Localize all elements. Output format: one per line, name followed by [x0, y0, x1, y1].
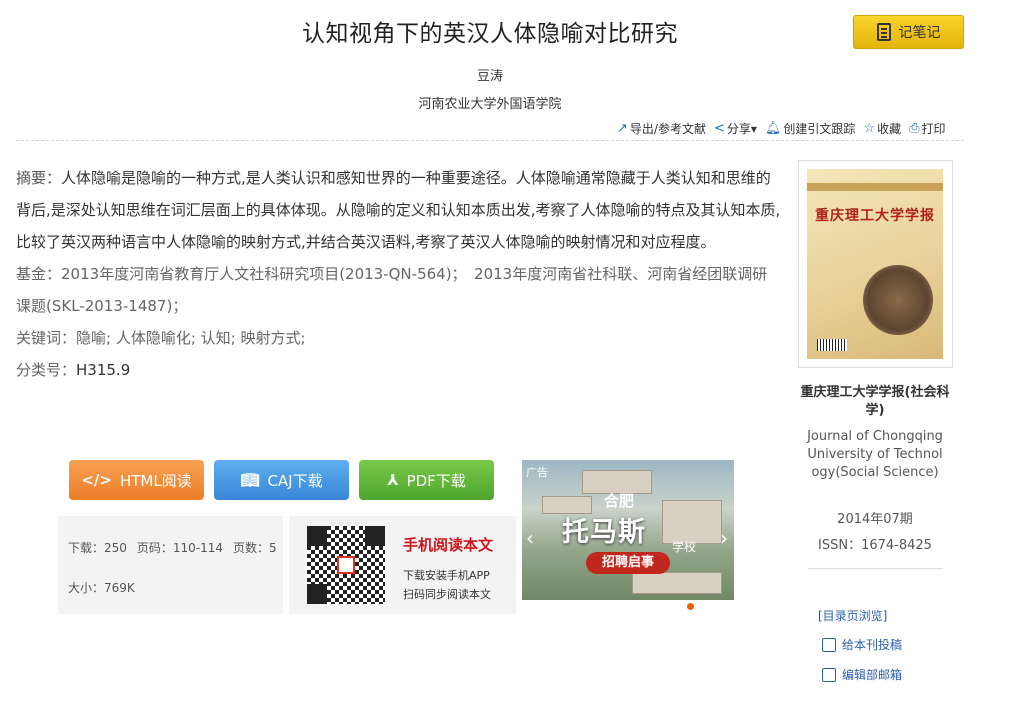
- journal-issue[interactable]: 2014年07期: [800, 508, 950, 527]
- favorite-button[interactable]: ☆ 收藏: [863, 120, 901, 137]
- submit-icon: [822, 637, 836, 652]
- pdf-download-label: PDF下载: [406, 471, 466, 490]
- journal-divider: [808, 568, 943, 569]
- html-read-label: HTML阅读: [119, 471, 192, 490]
- share-label: 分享: [726, 122, 751, 136]
- keywords-row: 关键词：隐喻; 人体隐喻化; 认知; 映射方式;: [16, 322, 782, 354]
- ad-brand: 托马斯: [562, 517, 646, 548]
- cover-strip: [807, 183, 943, 191]
- html-read-button[interactable]: </> HTML阅读: [69, 460, 204, 500]
- print-button[interactable]: ⎙ 打印: [909, 120, 945, 137]
- ad-building: [632, 572, 722, 594]
- qr-code-icon: [307, 526, 385, 604]
- submit-link[interactable]: 给本刊投稿: [822, 636, 902, 653]
- book-icon: 📖︎: [240, 471, 260, 489]
- citation-track-label: 创建引文跟踪: [783, 122, 856, 136]
- cover-image: 重庆理工大学学报: [807, 169, 943, 359]
- star-icon: ☆: [863, 121, 876, 136]
- journal-title-cn[interactable]: 重庆理工大学学报(社会科学): [800, 384, 950, 420]
- bell-icon: 🔔︎: [764, 121, 782, 136]
- ad-pager-dot[interactable]: [687, 603, 694, 610]
- print-label: 打印: [921, 122, 946, 136]
- ad-city: 合肥: [604, 492, 635, 510]
- ad-school: 学校: [672, 540, 697, 554]
- pdf-download-button[interactable]: ⅄ PDF下载: [359, 460, 494, 500]
- ad-next-arrow-icon[interactable]: ›: [720, 526, 728, 550]
- mobile-read-title[interactable]: 手机阅读本文: [403, 534, 493, 555]
- printer-icon: ⎙: [909, 121, 920, 136]
- editor-mail-link[interactable]: 编辑部邮箱: [822, 666, 902, 683]
- journal-issn: ISSN：1674-8425: [818, 538, 932, 553]
- keywords-label: 关键词：: [16, 329, 77, 347]
- qr-logo: [337, 556, 355, 574]
- notebook-icon: [876, 23, 891, 41]
- mobile-line-1: 下载安装手机APP: [403, 569, 490, 582]
- classification-value: H315.9: [76, 361, 131, 379]
- abstract-paragraph: 摘要：人体隐喻是隐喻的一种方式,是人类认识和感知世界的一种重要途径。人体隐喻通常…: [16, 162, 782, 258]
- download-count: 下载：250: [68, 541, 127, 555]
- share-icon: <: [713, 121, 725, 136]
- download-stats: 下载：250 页码：110-114 页数：5 大小：769K: [58, 516, 283, 614]
- fund-value[interactable]: 2013年度河南省教育厅人文社科研究项目(2013-QN-564)； 2013年…: [16, 265, 767, 315]
- ad-recruit-badge: 招聘启事: [586, 552, 670, 574]
- cover-journal-name: 重庆理工大学学报: [815, 208, 935, 224]
- ad-prev-arrow-icon[interactable]: ‹: [526, 526, 534, 550]
- journal-title-en: Journal of Chongqing University of Techn…: [807, 429, 943, 480]
- citation-track-button[interactable]: 🔔︎ 创建引文跟踪: [765, 120, 856, 137]
- page-count: 页数：5: [233, 541, 277, 555]
- submit-label: 给本刊投稿: [842, 638, 903, 652]
- header-divider: [16, 140, 964, 141]
- journal-cover[interactable]: 重庆理工大学学报: [798, 160, 953, 368]
- cover-emblem: [863, 265, 933, 335]
- abstract-section: 摘要：人体隐喻是隐喻的一种方式,是人类认识和感知世界的一种重要途径。人体隐喻通常…: [16, 162, 782, 386]
- organization-link[interactable]: 河南农业大学外国语学院: [0, 93, 980, 112]
- keywords-value[interactable]: 隐喻; 人体隐喻化; 认知; 映射方式;: [76, 329, 306, 347]
- take-note-button[interactable]: 记笔记: [853, 15, 964, 49]
- chevron-down-icon: ▾: [750, 121, 757, 136]
- favorite-label: 收藏: [877, 122, 902, 136]
- classification-label: 分类号：: [16, 361, 77, 379]
- export-icon: ↗: [617, 121, 628, 136]
- article-toolbar: ↗ 导出/参考文献 < 分享 ▾ 🔔︎ 创建引文跟踪 ☆ 收藏 ⎙ 打印: [617, 120, 954, 137]
- mobile-read-instructions: 下载安装手机APP 扫码同步阅读本文: [403, 566, 491, 604]
- mail-icon: [822, 667, 836, 682]
- fund-label: 基金：: [16, 265, 62, 283]
- author-link[interactable]: 豆涛: [0, 65, 980, 84]
- pdf-icon: ⅄: [387, 471, 399, 489]
- caj-download-label: CAJ下载: [267, 471, 323, 490]
- article-title: 认知视角下的英汉人体隐喻对比研究: [302, 21, 678, 47]
- ad-banner[interactable]: 广告 合肥 托马斯 学校 招聘启事 ‹ ›: [522, 460, 734, 600]
- abstract-label: 摘要：: [16, 169, 62, 187]
- mobile-line-2: 扫码同步阅读本文: [403, 588, 491, 601]
- code-icon: </>: [81, 471, 112, 489]
- ad-tag: 广告: [526, 466, 548, 479]
- fund-row: 基金：2013年度河南省教育厅人文社科研究项目(2013-QN-564)； 20…: [16, 258, 782, 322]
- abstract-text: 人体隐喻是隐喻的一种方式,是人类认识和感知世界的一种重要途径。人体隐喻通常隐藏于…: [16, 169, 781, 251]
- toc-browse-link[interactable]: [目录页浏览]: [818, 607, 887, 624]
- barcode-icon: [817, 339, 847, 351]
- caj-download-button[interactable]: 📖︎ CAJ下载: [214, 460, 349, 500]
- export-label: 导出/参考文献: [629, 122, 706, 136]
- classification-row: 分类号：H315.9: [16, 354, 782, 386]
- stats-row: 下载：250 页码：110-114 页数：5: [68, 539, 277, 556]
- mobile-read-panel: 手机阅读本文 下载安装手机APP 扫码同步阅读本文: [289, 516, 516, 614]
- page-range: 页码：110-114: [136, 541, 224, 555]
- share-button[interactable]: < 分享 ▾: [714, 120, 757, 137]
- file-size: 大小：769K: [68, 581, 135, 595]
- take-note-label: 记笔记: [898, 25, 941, 41]
- editor-mail-label: 编辑部邮箱: [842, 668, 903, 682]
- export-button[interactable]: ↗ 导出/参考文献: [617, 120, 706, 137]
